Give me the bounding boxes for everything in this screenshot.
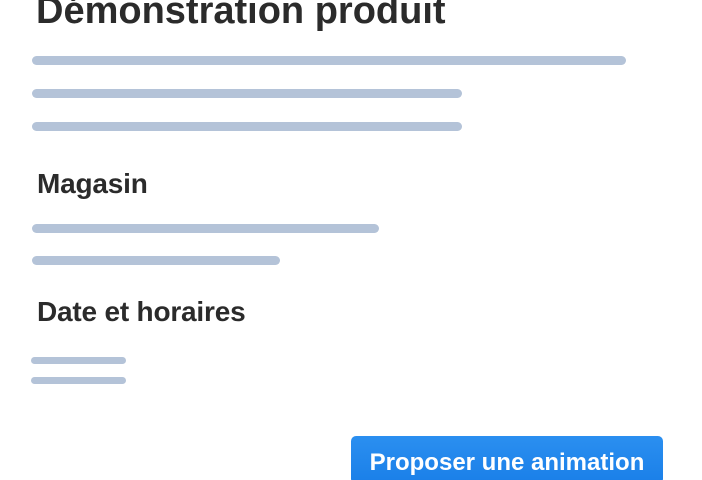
description-placeholder-line-3 <box>32 122 462 131</box>
store-placeholder-line-1 <box>32 224 379 233</box>
propose-animation-label: Proposer une animation <box>369 449 645 476</box>
description-placeholder-line-1 <box>32 56 626 65</box>
page-title: Démonstration produit <box>36 0 446 32</box>
datetime-section-title: Date et horaires <box>37 296 246 327</box>
datetime-placeholder-line-2 <box>31 377 126 384</box>
store-placeholder-line-2 <box>32 256 280 265</box>
datetime-placeholder-line-1 <box>31 357 126 364</box>
store-section-title: Magasin <box>37 168 148 199</box>
description-placeholder-line-2 <box>32 89 462 98</box>
propose-animation-button[interactable]: Proposer une animation <box>351 436 663 480</box>
